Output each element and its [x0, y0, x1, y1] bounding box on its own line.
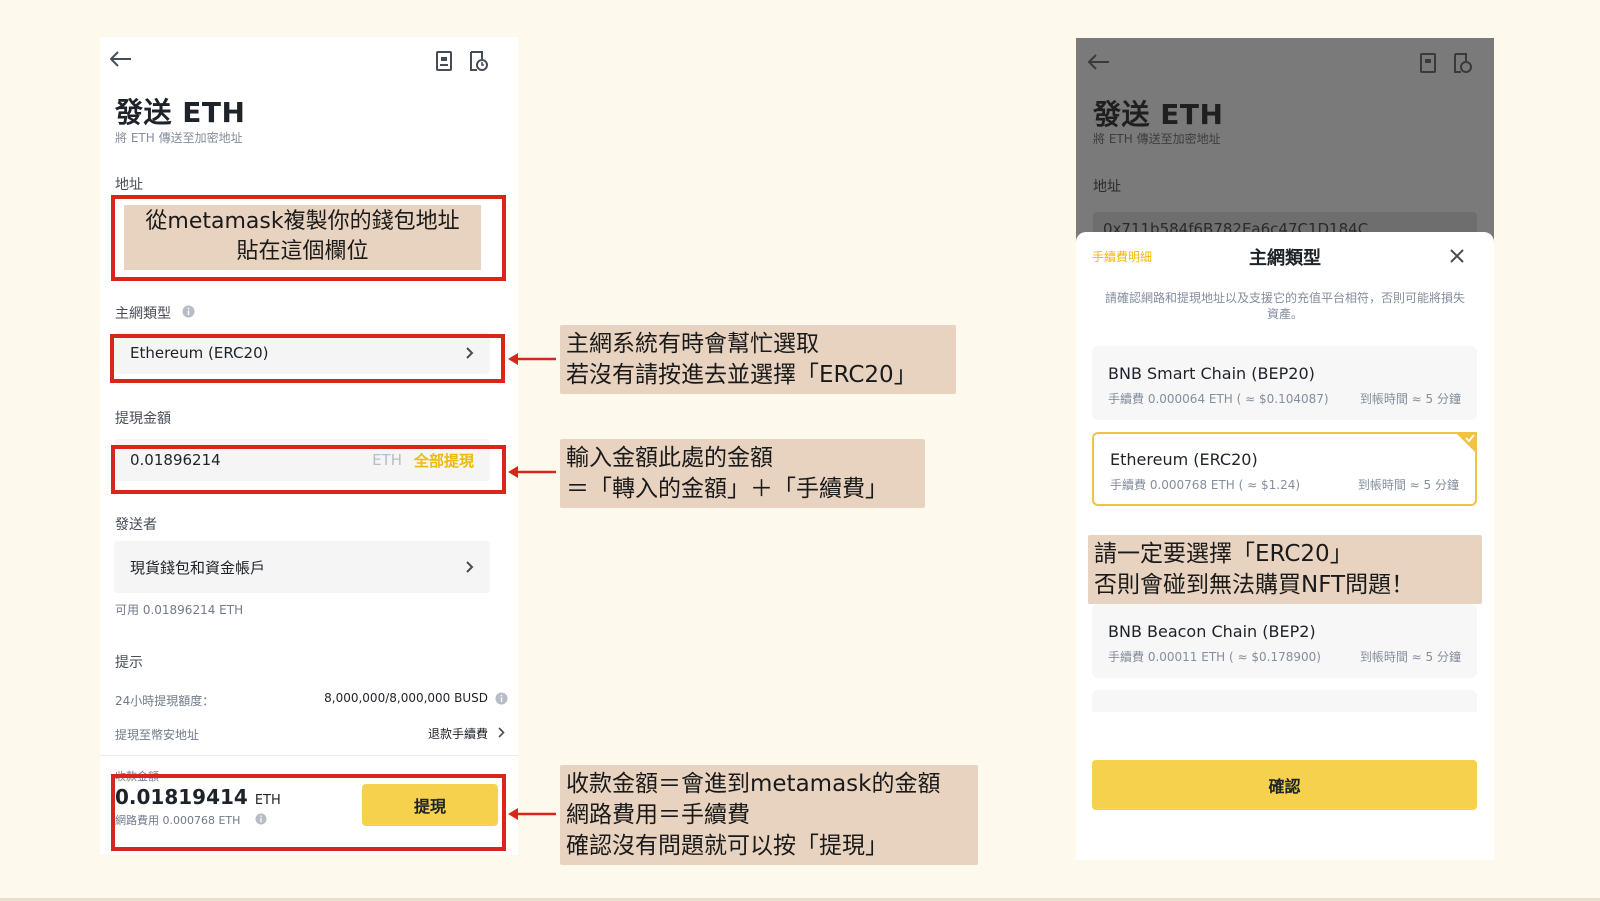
network-label: 主網類型	[115, 306, 171, 322]
back-arrow-icon[interactable]	[1088, 54, 1110, 70]
address-label: 地址	[115, 177, 143, 193]
withdraw-button[interactable]: 提現	[362, 784, 498, 826]
page-subtitle: 將 ETH 傳送至加密地址	[1093, 132, 1221, 146]
send-eth-screen: 發送 ETH 將 ETH 傳送至加密地址 地址 從metamask複製你的錢包地…	[100, 37, 518, 855]
arrow-left-icon	[508, 808, 556, 820]
amount-note: 輸入金額此處的金額 ＝「轉入的金額」＋「手續費」	[560, 439, 925, 508]
limit-label: 24小時提現額度：	[115, 694, 215, 708]
page-subtitle: 將 ETH 傳送至加密地址	[115, 131, 243, 145]
network-option-bep20[interactable]: BNB Smart Chain (BEP20) 手續費 0.000064 ETH…	[1092, 346, 1477, 420]
network-select-screen: 發送 ETH 將 ETH 傳送至加密地址 地址 0x711b584f6B782E…	[1076, 38, 1494, 860]
network-note: 主網系統有時會幫忙選取 若沒有請按進去並選擇「ERC20」	[560, 325, 956, 394]
network-option-partial[interactable]	[1092, 690, 1477, 712]
address-book-icon[interactable]	[434, 51, 454, 71]
network-fee: 手續費 0.000768 ETH ( ≈ $1.24)	[1110, 478, 1301, 492]
info-icon[interactable]	[255, 813, 267, 825]
amount-label: 提現金額	[115, 411, 171, 427]
address-input[interactable]: 從metamask複製你的錢包地址 貼在這個欄位	[124, 205, 481, 270]
receive-amount: 0.01819414 ETH	[115, 785, 281, 809]
address-label: 地址	[1093, 179, 1121, 195]
chevron-right-icon	[466, 561, 474, 573]
sheet-title: 主網類型	[1249, 248, 1321, 269]
amount-input[interactable]: 0.01896214 ETH 全部提現	[114, 439, 490, 481]
withdraw-all-button[interactable]: 全部提現	[414, 450, 474, 471]
network-value: Ethereum (ERC20)	[130, 344, 269, 362]
address-book-icon[interactable]	[1418, 53, 1438, 73]
network-option-erc20[interactable]: Ethereum (ERC20) 手續費 0.000768 ETH ( ≈ $1…	[1092, 432, 1477, 506]
network-option-bep2[interactable]: BNB Beacon Chain (BEP2) 手續費 0.00011 ETH …	[1092, 604, 1477, 678]
network-name: Ethereum (ERC20)	[1110, 450, 1258, 469]
info-icon[interactable]	[182, 305, 195, 318]
history-icon[interactable]	[1452, 53, 1472, 73]
receive-label: 收款金額	[115, 770, 159, 783]
network-select[interactable]: Ethereum (ERC20)	[114, 332, 490, 374]
network-fee: 網路費用 0.000768 ETH	[115, 814, 241, 827]
sender-value: 現貨錢包和資金帳戶	[130, 558, 266, 577]
network-fee: 手續費 0.00011 ETH ( ≈ $0.178900)	[1108, 650, 1321, 664]
address-instruction-note: 從metamask複製你的錢包地址 貼在這個欄位	[124, 207, 481, 267]
back-arrow-icon[interactable]	[110, 51, 132, 67]
confirm-button[interactable]: 確認	[1092, 760, 1477, 810]
receive-unit: ETH	[254, 793, 281, 808]
available-balance: 可用 0.01896214 ETH	[115, 603, 244, 617]
divider	[100, 755, 518, 756]
receive-note: 收款金額＝會進到metamask的金額 網路費用＝手續費 確認沒有問題就可以按「…	[560, 765, 978, 865]
info-icon[interactable]	[495, 692, 508, 705]
arrow-left-icon	[508, 466, 556, 478]
network-warning: 請確認網路和提現地址以及支援它的充值平台相符，否則可能將損失資產。	[1104, 291, 1465, 321]
receive-value: 0.01819414	[115, 785, 248, 809]
refund-fee-link[interactable]: 退款手續費	[428, 725, 488, 742]
chevron-right-icon	[498, 727, 505, 738]
network-time: 到帳時間 ≈ 5 分鐘	[1359, 392, 1461, 406]
sender-select[interactable]: 現貨錢包和資金帳戶	[114, 541, 490, 593]
page-title: 發送 ETH	[1093, 98, 1224, 131]
limit-value: 8,000,000/8,000,000 BUSD	[324, 691, 488, 705]
history-icon[interactable]	[468, 51, 488, 71]
network-name: BNB Beacon Chain (BEP2)	[1108, 622, 1316, 641]
chevron-right-icon	[466, 347, 474, 359]
selected-check-icon	[1455, 432, 1477, 454]
erc20-note: 請一定要選擇「ERC20」 否則會碰到無法購買NFT問題！	[1088, 535, 1482, 604]
amount-unit: ETH	[372, 451, 402, 469]
arrow-left-icon	[508, 353, 556, 365]
network-time: 到帳時間 ≈ 5 分鐘	[1357, 478, 1459, 492]
amount-value: 0.01896214	[130, 451, 221, 469]
refund-label: 提現至幣安地址	[115, 728, 200, 742]
network-time: 到帳時間 ≈ 5 分鐘	[1359, 650, 1461, 664]
dimmed-background: 發送 ETH 將 ETH 傳送至加密地址 地址 0x711b584f6B782E…	[1076, 38, 1494, 248]
page-title: 發送 ETH	[115, 96, 246, 129]
network-fee: 手續費 0.000064 ETH ( ≈ $0.104087)	[1108, 392, 1329, 406]
tips-label: 提示	[115, 655, 143, 671]
network-name: BNB Smart Chain (BEP20)	[1108, 364, 1315, 383]
sender-label: 發送者	[115, 517, 157, 533]
close-icon[interactable]	[1450, 249, 1464, 263]
